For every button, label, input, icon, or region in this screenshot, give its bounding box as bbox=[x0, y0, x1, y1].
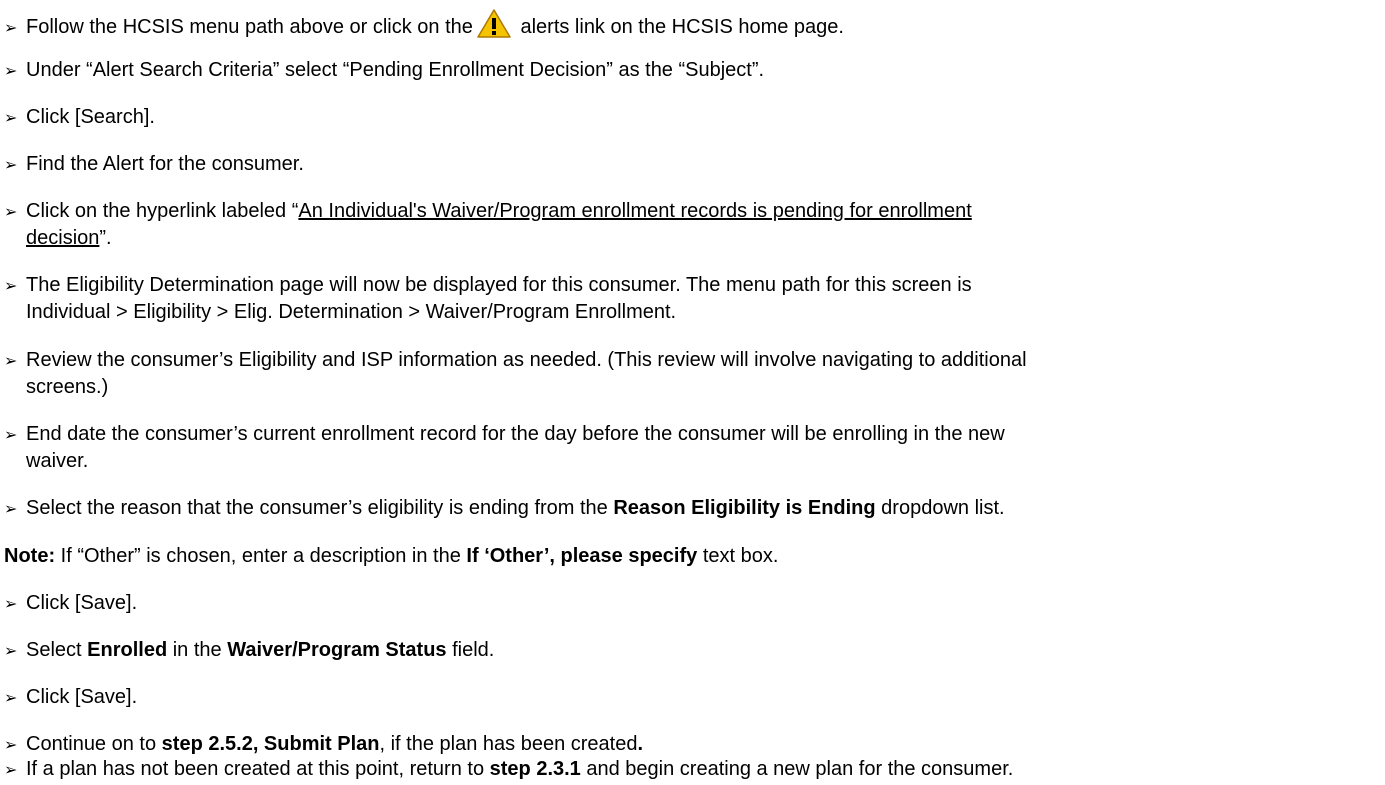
note-text: text box. bbox=[697, 545, 779, 567]
step-text: If a plan has not been created at this p… bbox=[26, 758, 490, 780]
step-reference: step 2.5.2, Submit Plan bbox=[161, 733, 380, 755]
step-text: in the bbox=[167, 639, 228, 661]
step-click-hyperlink: ➢ Click on the hyperlink labeled “An Indi… bbox=[4, 198, 972, 251]
step-text: waiver. bbox=[26, 450, 89, 472]
arrow-bullet-icon: ➢ bbox=[4, 641, 18, 660]
step-text: Select the reason that the consumer’s el… bbox=[26, 497, 614, 519]
step-text: Click [Search]. bbox=[26, 106, 155, 128]
arrow-bullet-icon: ➢ bbox=[4, 276, 18, 295]
arrow-bullet-icon: ➢ bbox=[4, 202, 18, 221]
step-follow-menu-path: ➢ Follow the HCSIS menu path above or cli… bbox=[4, 9, 844, 41]
arrow-bullet-icon: ➢ bbox=[4, 499, 18, 518]
arrow-bullet-icon: ➢ bbox=[4, 18, 18, 37]
step-text: Under “Alert Search Criteria” select “Pe… bbox=[26, 59, 765, 81]
arrow-bullet-icon: ➢ bbox=[4, 760, 18, 779]
step-text: Click [Save]. bbox=[26, 592, 138, 614]
arrow-bullet-icon: ➢ bbox=[4, 735, 18, 754]
step-click-search: ➢ Click [Search]. bbox=[4, 104, 155, 131]
step-reference: step 2.3.1 bbox=[489, 758, 581, 780]
step-text: The Eligibility Determination page will … bbox=[26, 274, 972, 296]
step-text: and begin creating a new plan for the co… bbox=[580, 758, 1014, 780]
arrow-bullet-icon: ➢ bbox=[4, 108, 18, 127]
step-select-enrolled: ➢ Select Enrolled in the Waiver/Program S… bbox=[4, 637, 494, 664]
step-text: , if the plan has been created bbox=[379, 733, 638, 755]
field-name: If ‘Other’, please specify bbox=[466, 545, 698, 567]
note-label: Note: bbox=[4, 545, 56, 567]
step-create-plan: ➢ If a plan has not been created at this … bbox=[4, 756, 1013, 783]
field-name: Reason Eligibility is Ending bbox=[613, 497, 876, 519]
step-text: screens.) bbox=[26, 376, 109, 398]
step-text: Continue on to bbox=[26, 733, 162, 755]
arrow-bullet-icon: ➢ bbox=[4, 594, 18, 613]
arrow-bullet-icon: ➢ bbox=[4, 425, 18, 444]
step-continue-submit: ➢ Continue on to step 2.5.2, Submit Plan,… bbox=[4, 731, 643, 758]
step-text: Click on the hyperlink labeled “ bbox=[26, 200, 299, 222]
pending-enrollment-hyperlink[interactable]: An Individual's Waiver/Program enrollmen… bbox=[298, 200, 971, 222]
warning-icon[interactable] bbox=[477, 9, 511, 39]
pending-enrollment-hyperlink-cont[interactable]: decision bbox=[26, 227, 99, 249]
step-click-save-2: ➢ Click [Save]. bbox=[4, 684, 137, 711]
arrow-bullet-icon: ➢ bbox=[4, 688, 18, 707]
step-text: field. bbox=[446, 639, 495, 661]
note: Note: If “Other” is chosen, enter a desc… bbox=[4, 543, 778, 569]
step-text: . bbox=[637, 733, 644, 755]
step-text: dropdown list. bbox=[875, 497, 1005, 519]
step-text: Click [Save]. bbox=[26, 686, 138, 708]
arrow-bullet-icon: ➢ bbox=[4, 351, 18, 370]
step-text: ”. bbox=[99, 227, 112, 249]
step-text: Individual > Eligibility > Elig. Determi… bbox=[26, 301, 677, 323]
step-end-date: ➢ End date the consumer’s current enrollm… bbox=[4, 421, 1005, 474]
step-click-save: ➢ Click [Save]. bbox=[4, 590, 137, 617]
step-text: Select bbox=[26, 639, 88, 661]
step-review-eligibility: ➢ Review the consumer’s Eligibility and I… bbox=[4, 347, 1027, 400]
step-select-reason: ➢ Select the reason that the consumer’s e… bbox=[4, 495, 1005, 522]
step-text: Find the Alert for the consumer. bbox=[26, 153, 304, 175]
field-value: Enrolled bbox=[87, 639, 168, 661]
step-text: alerts link on the HCSIS home page. bbox=[514, 16, 844, 38]
arrow-bullet-icon: ➢ bbox=[4, 61, 18, 80]
step-eligibility-page: ➢ The Eligibility Determination page will… bbox=[4, 272, 972, 325]
field-name: Waiver/Program Status bbox=[227, 639, 447, 661]
step-find-alert: ➢ Find the Alert for the consumer. bbox=[4, 151, 304, 178]
step-alert-search-criteria: ➢ Under “Alert Search Criteria” select “P… bbox=[4, 57, 764, 84]
step-text: End date the consumer’s current enrollme… bbox=[26, 423, 1005, 445]
step-text: Review the consumer’s Eligibility and IS… bbox=[26, 349, 1027, 371]
arrow-bullet-icon: ➢ bbox=[4, 155, 18, 174]
step-text: Follow the HCSIS menu path above or clic… bbox=[26, 16, 473, 38]
note-text: If “Other” is chosen, enter a descriptio… bbox=[55, 545, 467, 567]
